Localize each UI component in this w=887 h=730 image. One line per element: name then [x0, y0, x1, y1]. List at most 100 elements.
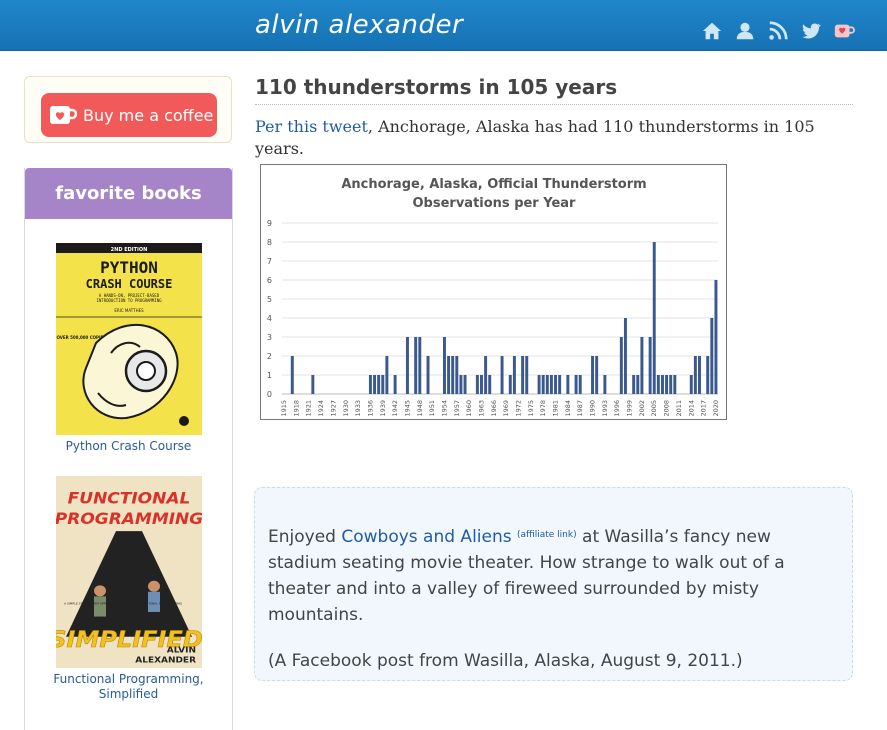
chart-bar: [508, 375, 512, 394]
chart-bar: [451, 356, 455, 394]
chart-x-tick-label: 1921: [305, 400, 313, 417]
chart-bar: [463, 375, 467, 394]
book-cover-python-crash-course[interactable]: 2ND EDITION PYTHON CRASH COURSE A HANDS-…: [55, 243, 202, 435]
cowboys-and-aliens-link[interactable]: Cowboys and Aliens: [341, 527, 511, 547]
book-cover-title-2: PROGRAMMING: [56, 509, 202, 527]
chart-bar: [640, 337, 644, 394]
chart-y-tick-label: 7: [267, 257, 272, 266]
chart-bar: [459, 375, 463, 394]
buy-me-a-coffee-label: Buy me a coffee: [83, 105, 214, 125]
chart-bar: [484, 356, 488, 394]
chart-x-tick-label: 1954: [440, 400, 448, 417]
chart-bar: [537, 375, 541, 394]
chart-y-tick-label: 5: [267, 295, 272, 304]
site-header: alvin alexander: [0, 0, 887, 51]
chart-bar: [377, 375, 381, 394]
book-cover-title-1: FUNCTIONAL: [67, 489, 190, 507]
chart-x-tick-label: 1972: [515, 400, 523, 417]
tweet-link[interactable]: Per this tweet: [255, 117, 368, 136]
chart-x-tick-label: 1996: [613, 400, 621, 417]
chart-bar: [706, 356, 710, 394]
chart-bar: [652, 242, 656, 394]
chart-bar: [673, 375, 677, 394]
facebook-note-source: (A Facebook post from Wasilla, Alaska, A…: [268, 651, 743, 671]
chart-bar: [669, 375, 673, 394]
chart-y-tick-label: 3: [267, 333, 272, 342]
chart-bar: [656, 375, 660, 394]
chart-bar: [619, 337, 623, 394]
book-cover-author-last: ALEXANDER: [135, 656, 196, 666]
chart-bar: [512, 356, 516, 394]
chart-bar: [595, 356, 599, 394]
chart-bar: [578, 375, 582, 394]
chart-bar: [710, 318, 714, 394]
post-title: 110 thunderstorms in 105 years: [255, 75, 853, 105]
coffee-cup-icon: [49, 104, 78, 126]
book-cover-tagline: A SIMPLE STEP-BY-STEP APPROACH TO LEARNI…: [64, 602, 182, 606]
chart-x-tick-label: 1990: [589, 400, 597, 417]
site-title-link[interactable]: alvin alexander: [255, 10, 463, 40]
chart-title-line-1: Anchorage, Alaska, Official Thunderstorm: [341, 177, 646, 192]
twitter-icon[interactable]: [800, 20, 822, 42]
affiliate-link-note[interactable]: (affiliate link): [517, 530, 577, 540]
chart-x-tick-label: 1915: [280, 400, 288, 417]
chart-bar: [442, 337, 446, 394]
chart-bar: [632, 375, 636, 394]
chart-bar: [447, 356, 451, 394]
chart-bar: [689, 375, 693, 394]
book-cover-subtitle: CRASH COURSE: [85, 277, 172, 291]
chart-x-tick-label: 1924: [317, 400, 325, 417]
chart-y-tick-label: 9: [267, 219, 272, 228]
chart-x-tick-label: 1960: [465, 400, 473, 417]
chart-x-tick-label: 1999: [626, 400, 634, 417]
chart-bar: [566, 375, 570, 394]
chart-bar: [405, 337, 409, 394]
chart-bar: [714, 280, 718, 394]
chart-x-tick-label: 2011: [675, 400, 683, 417]
favorite-books-heading: favorite books: [25, 168, 232, 219]
home-icon[interactable]: [701, 20, 723, 42]
chart-x-tick-label: 1993: [601, 400, 609, 417]
chart-x-tick-label: 1984: [564, 400, 572, 417]
chart-y-tick-label: 4: [267, 314, 272, 323]
chart-bar: [393, 375, 397, 394]
chart-x-tick-label: 1957: [453, 400, 461, 417]
chart-y-tick-label: 0: [267, 390, 272, 399]
chart-bar: [525, 356, 529, 394]
chart-x-tick-label: 1951: [428, 400, 436, 417]
chart-bar: [488, 375, 492, 394]
chart-y-tick-label: 1: [267, 371, 272, 380]
book-caption-functional-programming-simplified[interactable]: Functional Programming, Simplified: [25, 672, 232, 702]
chart-bar: [549, 375, 553, 394]
chart-bar: [698, 356, 701, 394]
chart-x-tick-label: 1978: [539, 400, 547, 417]
chart-title-line-2: Observations per Year: [413, 196, 577, 211]
coffee-cup-icon[interactable]: [833, 20, 855, 42]
chart-y-tick-label: 2: [267, 352, 272, 361]
chart-bar: [418, 337, 422, 394]
chart-bar: [311, 375, 315, 394]
chart-x-tick-label: 2014: [687, 400, 695, 417]
chart-bar: [636, 375, 640, 394]
header-nav: [701, 20, 855, 42]
chart-y-tick-label: 6: [267, 276, 272, 285]
facebook-note-intro: Enjoyed: [268, 527, 342, 547]
chart-x-tick-label: 2020: [712, 400, 720, 417]
chart-x-tick-label: 2008: [663, 400, 671, 417]
book-cover-functional-programming-simplified[interactable]: FUNCTIONAL PROGRAMMING A SIMPLE STEP-BY-…: [55, 476, 202, 668]
chart-x-tick-label: 1963: [477, 400, 485, 417]
post-body: Per this tweet, Anchorage, Alaska has ha…: [255, 116, 865, 160]
chart-bar: [426, 356, 430, 394]
chart-x-tick-label: 1975: [527, 400, 535, 417]
chart-bar: [693, 356, 697, 394]
rss-icon[interactable]: [767, 20, 789, 42]
chart-bar: [558, 375, 562, 394]
chart-x-tick-label: 1936: [366, 400, 374, 417]
book-caption-python-crash-course[interactable]: Python Crash Course: [25, 439, 232, 454]
buy-me-a-coffee-button[interactable]: Buy me a coffee: [41, 93, 217, 137]
chart-bar: [373, 375, 377, 394]
chart-bar: [290, 356, 294, 394]
chart-bar: [648, 337, 652, 394]
book-cover-author: ERIC MATTHES: [114, 308, 144, 313]
user-icon[interactable]: [734, 20, 756, 42]
